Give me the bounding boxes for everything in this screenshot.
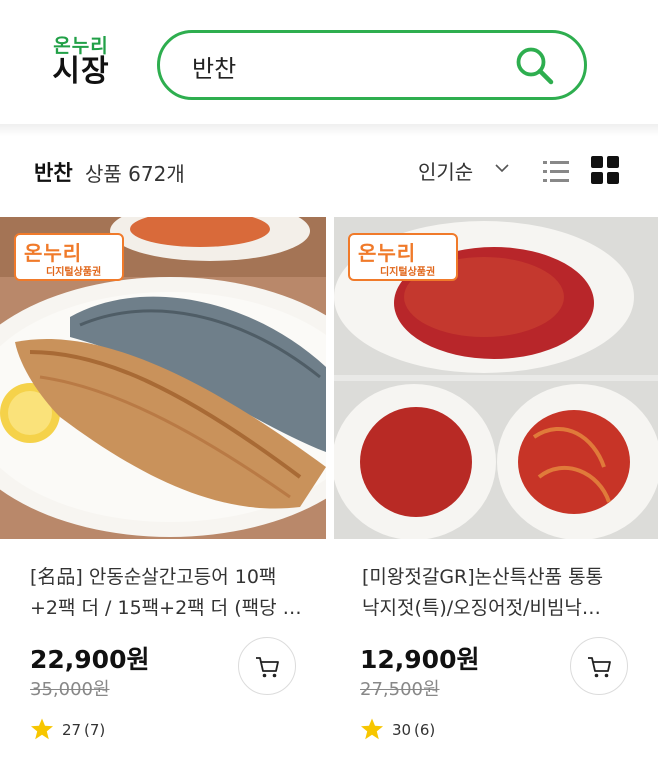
original-price: 27,500원 xyxy=(360,679,440,700)
search-box xyxy=(157,30,587,100)
product-price: 22,900원 xyxy=(30,645,150,674)
product-name-line2: +2팩 더 / 15팩+2팩 더 (팩당 … xyxy=(30,597,302,619)
product-image-mackerel[interactable]: 온누리 디지털상품권 xyxy=(0,217,326,539)
app-header: 온누리 시장 xyxy=(0,0,658,124)
grid-view-icon[interactable] xyxy=(590,155,620,185)
search-input[interactable] xyxy=(190,47,494,85)
logo-top-text: 온누리 xyxy=(53,35,109,57)
search-icon[interactable] xyxy=(514,45,556,87)
chevron-down-icon[interactable] xyxy=(494,162,510,174)
add-to-cart-button[interactable] xyxy=(238,637,296,695)
result-keyword: 반찬 xyxy=(34,161,73,185)
onnuri-market-logo[interactable]: 온누리 시장 xyxy=(46,36,116,88)
product-card[interactable]: 온누리 디지털상품권 [名品] 안동순살간고등어 10팩 +2팩 더 / 15팩… xyxy=(0,217,326,770)
original-price: 35,000원 xyxy=(30,679,110,700)
review-count: (7) xyxy=(84,721,106,739)
rating-score: 30 xyxy=(392,721,412,739)
star-icon xyxy=(361,718,383,740)
badge-sub-text: 디지털상품권 xyxy=(46,267,102,278)
badge-main-text: 온누리 xyxy=(24,241,83,265)
list-view-icon[interactable] xyxy=(541,157,571,187)
onnuri-gift-badge: 온누리 디지털상품권 xyxy=(348,233,458,281)
header-divider xyxy=(0,124,658,136)
product-card[interactable]: 온누리 디지털상품권 [미왕젓갈GR]논산특산품 통통 낙지젓(특)/오징어젓/… xyxy=(334,217,658,770)
badge-sub-text: 디지털상품권 xyxy=(380,267,436,278)
product-name[interactable]: [名品] 안동순살간고등어 10팩 +2팩 더 / 15팩+2팩 더 (팩당 … xyxy=(30,562,310,624)
onnuri-gift-badge: 온누리 디지털상품권 xyxy=(14,233,124,281)
review-count: (6) xyxy=(414,721,436,739)
sort-dropdown[interactable]: 인기순 xyxy=(418,156,473,185)
result-count: 상품 672개 xyxy=(85,162,185,186)
product-name[interactable]: [미왕젓갈GR]논산특산품 통통 낙지젓(특)/오징어젓/비빔낙… xyxy=(362,562,642,624)
star-icon xyxy=(31,718,53,740)
badge-main-text: 온누리 xyxy=(358,241,417,265)
logo-bottom-text: 시장 xyxy=(52,54,110,89)
product-name-line1: [미왕젓갈GR]논산특산품 통통 xyxy=(362,566,604,588)
product-name-line1: [名品] 안동순살간고등어 10팩 xyxy=(30,566,277,588)
cart-icon xyxy=(588,657,611,678)
add-to-cart-button[interactable] xyxy=(570,637,628,695)
product-name-line2: 낙지젓(특)/오징어젓/비빔낙… xyxy=(362,597,601,619)
filter-bar: 반찬 상품 672개 인기순 xyxy=(0,140,658,204)
product-price: 12,900원 xyxy=(360,645,480,674)
product-image-jeotgal[interactable]: 온누리 디지털상품권 xyxy=(334,217,658,539)
cart-icon xyxy=(256,657,279,678)
rating-score: 27 xyxy=(62,721,82,739)
